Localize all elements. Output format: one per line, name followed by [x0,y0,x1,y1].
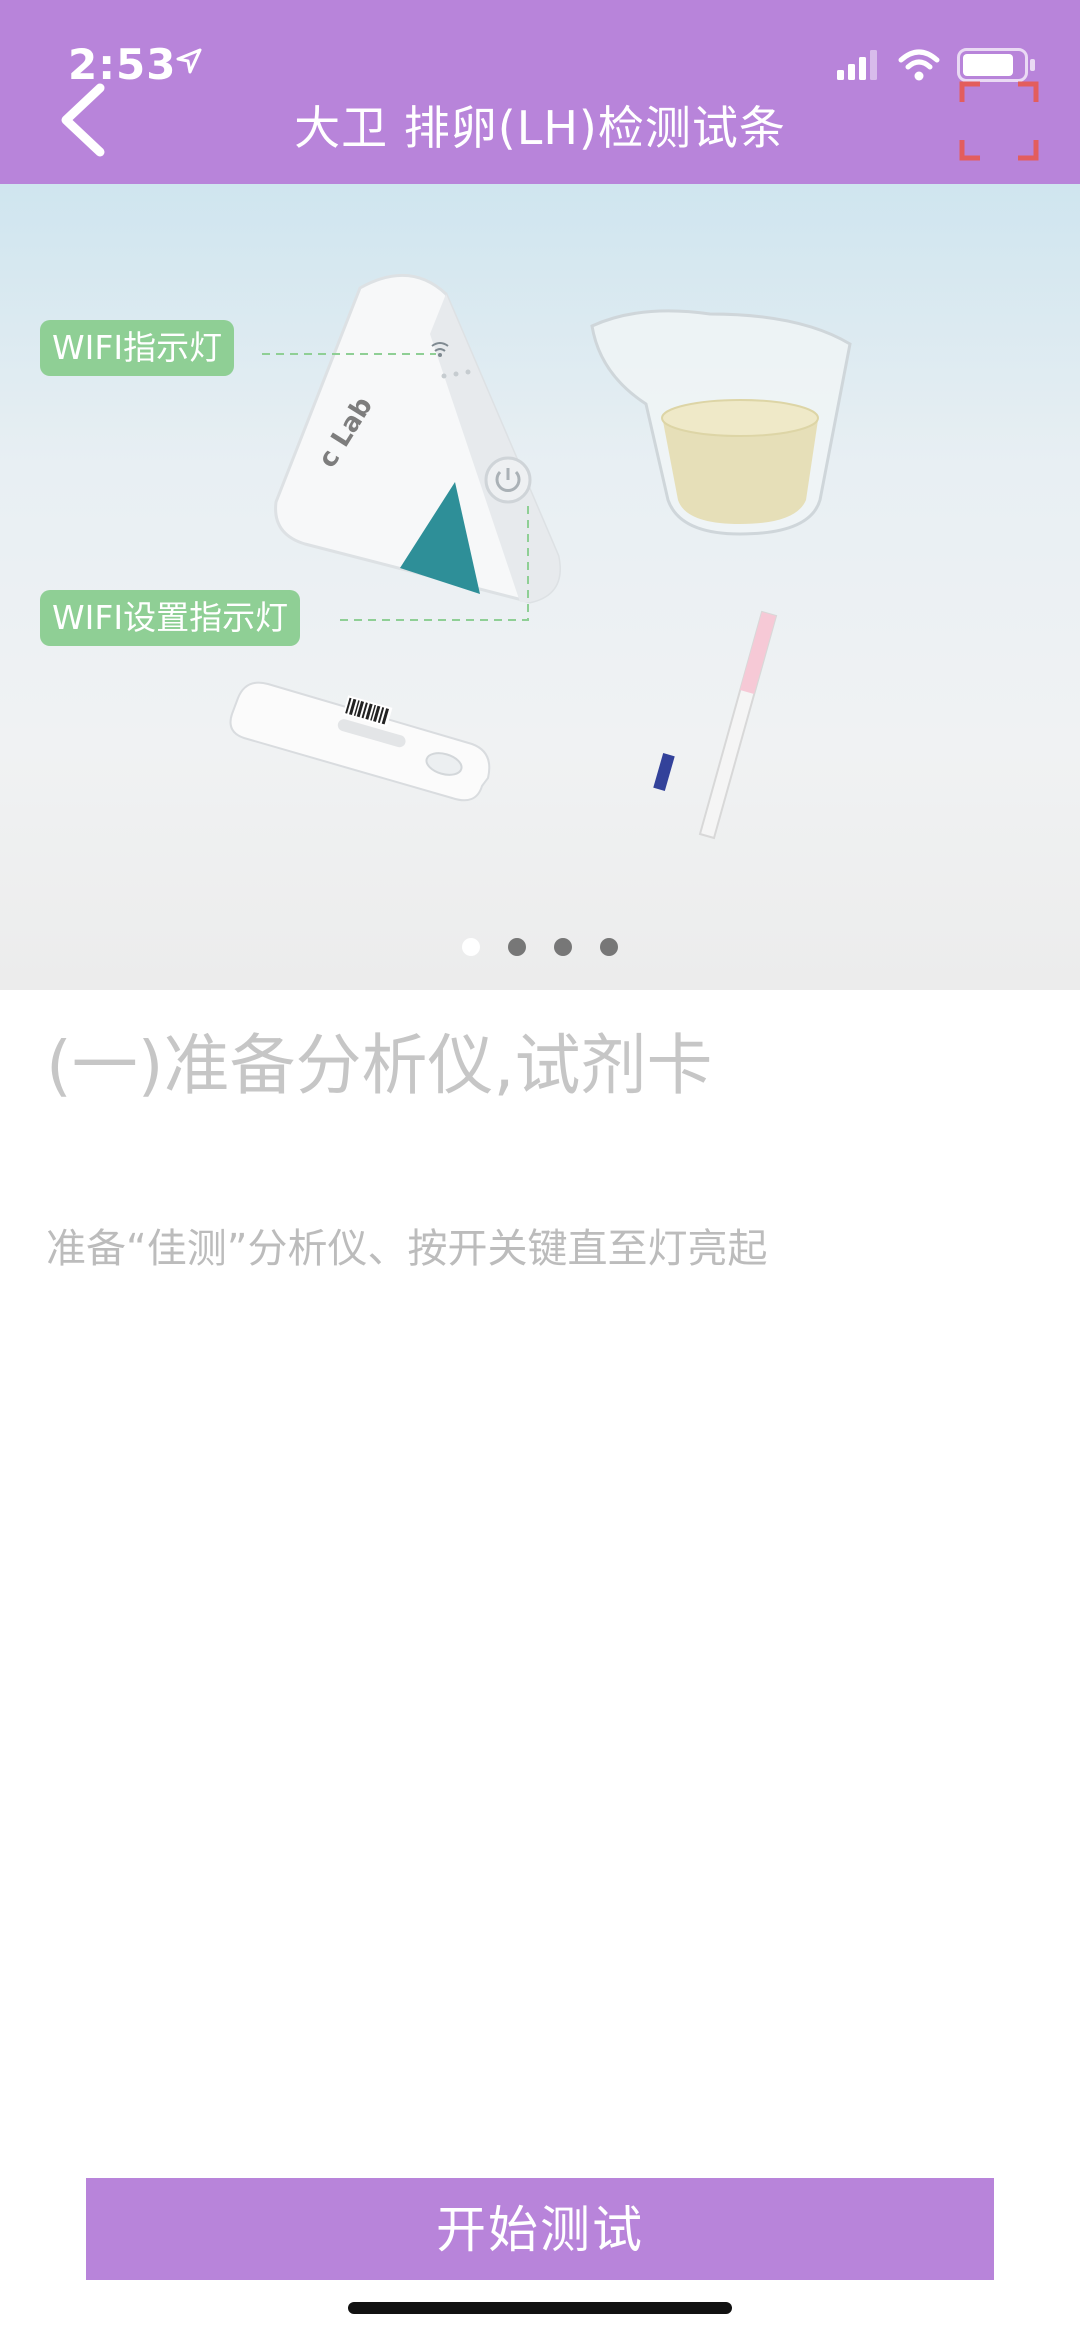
analyzer-device: c Lab [274,274,561,604]
start-test-button[interactable]: 开始测试 [86,2178,994,2280]
product-illustration: c Lab [229,274,852,840]
page-title: 大卫 排卵(LH)检测试条 [294,101,786,155]
step-title: (一)准备分析仪,试剂卡 [46,1027,713,1104]
product-banner-carousel[interactable]: c Lab WIFI指示灯 WIFI设置指示灯 [0,184,1080,990]
header-bar: 2:53 大卫 排卵(LH)检测试条 [0,0,1080,184]
scan-icon[interactable] [958,80,1040,162]
app-screen: 2:53 大卫 排卵(LH)检测试条 c Lab WIFI指示灯 WIFI设置指… [0,0,1080,2339]
carousel-pagination [0,938,1080,960]
carousel-dot-2[interactable] [508,938,526,956]
test-strip [653,610,778,840]
wifi-icon [898,49,940,81]
callout-wifi-indicator: WIFI指示灯 [40,320,235,376]
battery-icon [957,48,1035,82]
reagent-card [229,681,491,802]
carousel-dot-4[interactable] [600,938,618,956]
back-button[interactable] [48,80,128,160]
carousel-dot-3[interactable] [554,938,572,956]
signal-icon [837,50,877,80]
location-arrow-icon [176,48,202,74]
carousel-dot-1[interactable] [462,938,480,956]
step-description: 准备“佳测”分析仪、按开关键直至灯亮起 [46,1226,768,1272]
callout-wifi-setup-indicator: WIFI设置指示灯 [40,590,301,646]
sample-cup [590,309,852,536]
status-icons [837,48,1035,82]
home-indicator[interactable] [348,2302,732,2314]
